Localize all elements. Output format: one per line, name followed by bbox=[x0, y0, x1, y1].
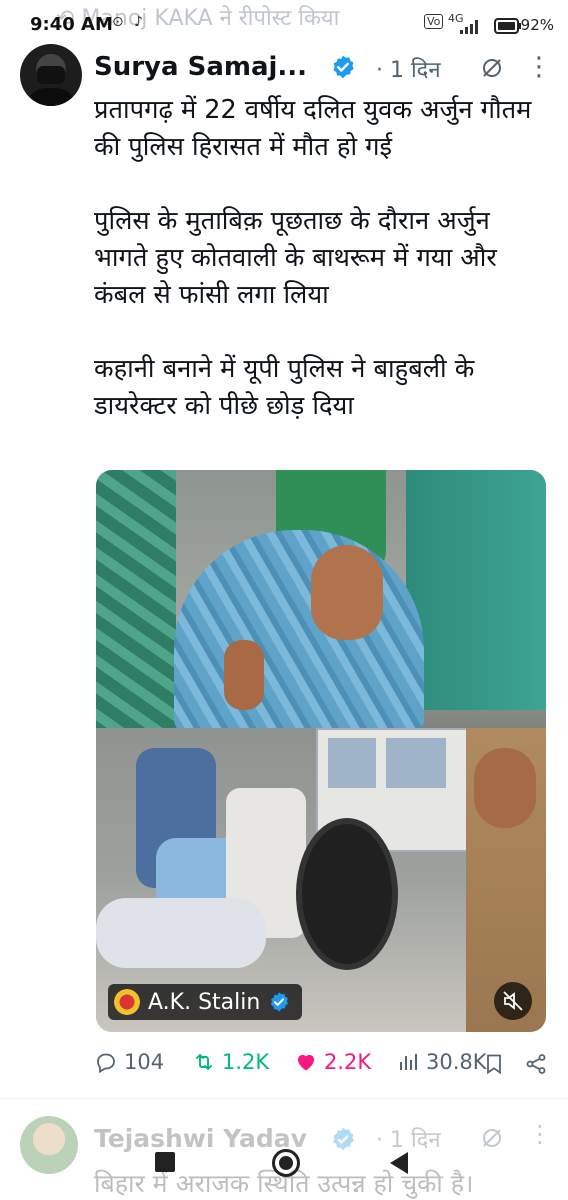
more-options-icon[interactable]: ⋮ bbox=[526, 52, 552, 82]
volte-icon: Vo bbox=[424, 14, 444, 29]
video-source-badge[interactable]: A.K. Stalin bbox=[108, 984, 303, 1020]
battery-percent: 92% bbox=[520, 16, 554, 34]
views-icon bbox=[400, 1054, 417, 1070]
share-icon[interactable] bbox=[524, 1052, 548, 1076]
source-avatar bbox=[114, 989, 140, 1015]
reply-icon bbox=[97, 1053, 115, 1074]
tweet-action-bar: 104 1.2K 2.2K 30.8K bbox=[94, 1046, 554, 1086]
back-icon[interactable] bbox=[390, 1152, 408, 1174]
tweet-header: Surya Samaj... · 1 दिन ⋮ bbox=[94, 50, 554, 86]
like-button[interactable]: 2.2K bbox=[294, 1050, 371, 1074]
repost-count: 1.2K bbox=[222, 1050, 270, 1074]
battery-icon bbox=[494, 18, 521, 34]
heart-icon bbox=[298, 1054, 314, 1071]
repost-button[interactable]: 1.2K bbox=[192, 1050, 269, 1074]
status-time: 9:40 AM bbox=[30, 14, 113, 35]
source-verified-icon bbox=[271, 992, 289, 1012]
reply-button[interactable]: 104 bbox=[94, 1050, 164, 1074]
recents-icon[interactable] bbox=[155, 1152, 175, 1172]
source-name: A.K. Stalin bbox=[148, 989, 261, 1015]
views-button[interactable]: 30.8K bbox=[396, 1050, 487, 1074]
video-mute-icon[interactable] bbox=[494, 982, 532, 1020]
grok-icon[interactable] bbox=[480, 56, 504, 80]
views-count: 30.8K bbox=[426, 1050, 487, 1074]
tiktok-icon: ♪ bbox=[134, 14, 143, 30]
tweet-text: प्रतापगढ़ में 22 वर्षीय दलित युवक अर्जुन… bbox=[94, 95, 532, 421]
system-nav-bar bbox=[0, 1140, 568, 1199]
author-name[interactable]: Surya Samaj... bbox=[94, 52, 307, 82]
signal-icon bbox=[460, 20, 478, 34]
home-icon[interactable] bbox=[272, 1149, 300, 1177]
tweet-media-video[interactable]: A.K. Stalin bbox=[96, 470, 546, 1032]
bookmark-icon[interactable] bbox=[482, 1052, 506, 1076]
repost-icon bbox=[196, 1054, 212, 1070]
notification-icon: ⊙ bbox=[112, 14, 124, 30]
verified-badge-icon bbox=[333, 55, 354, 79]
video-frame-top bbox=[96, 470, 546, 730]
reply-count: 104 bbox=[124, 1050, 165, 1074]
status-bar: ⟲ Manoj KAKA ने रीपोस्ट किया 9:40 AM ⊙ ♪… bbox=[0, 0, 568, 56]
like-count: 2.2K bbox=[324, 1050, 372, 1074]
tweet-time[interactable]: · 1 दिन bbox=[376, 54, 441, 84]
author-avatar[interactable] bbox=[20, 44, 82, 106]
tweet-divider bbox=[0, 1098, 568, 1099]
